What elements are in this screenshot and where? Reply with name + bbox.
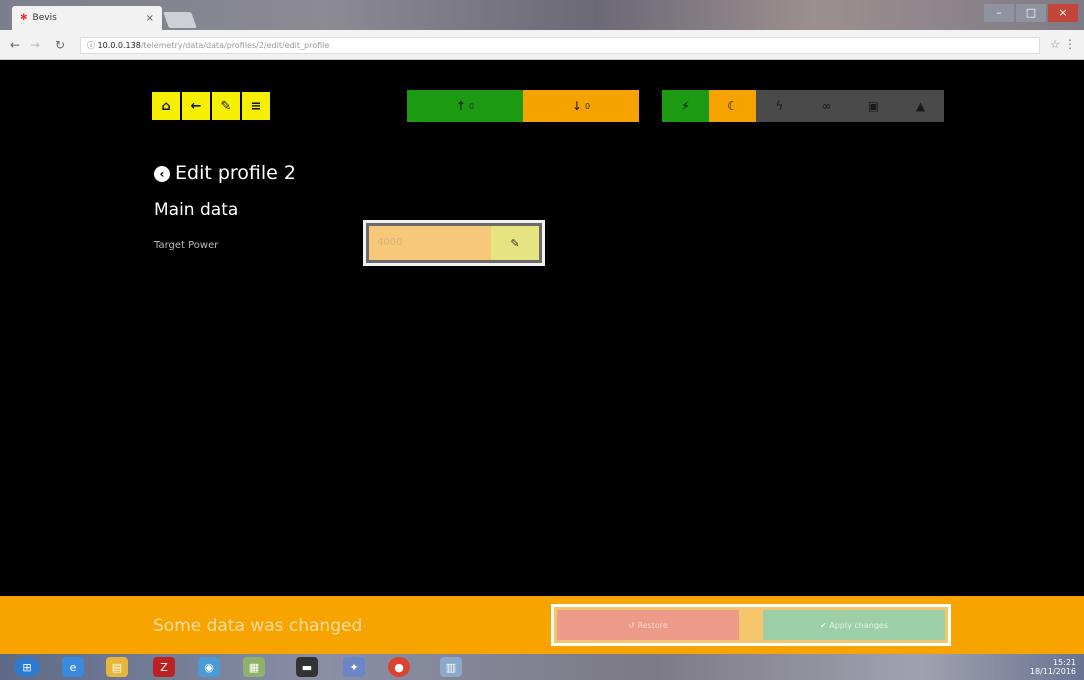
traffic-stats: ↑ 0 ↓ 0 (407, 90, 639, 122)
system-clock[interactable]: 15:21 18/11/2016 (1030, 658, 1076, 676)
calculator-app-icon[interactable]: ▥ (440, 657, 462, 677)
tab-close-icon[interactable]: × (146, 13, 154, 24)
undo-icon: ↺ (628, 620, 638, 630)
browser-tabstrip: ✱ Bevis × – □ × (0, 0, 1084, 30)
new-tab-button[interactable] (163, 12, 197, 28)
address-bar: ← → ↻ ⓘ 10.0.0.138/telemetry/data/data/p… (0, 30, 1084, 60)
app-page: ⌂ ← ✎ ≡ ↑ 0 ↓ 0 ⚡ ☾ ϟ ∞ ▣ ▲ ‹ Edit profile … (8, 60, 1084, 596)
apply-changes-button[interactable]: ✔ Apply changes (763, 610, 945, 640)
arrow-up-icon: ↑ (455, 99, 466, 113)
page-title: ‹ Edit profile 2 (154, 162, 296, 184)
ie-icon[interactable]: e (62, 657, 84, 677)
usb-app-icon[interactable]: ▬ (296, 657, 318, 677)
start-button[interactable]: ⊞ (14, 657, 40, 677)
apply-label: Apply changes (829, 620, 888, 630)
home-icon[interactable]: ⌂ (152, 92, 180, 120)
url-path: /telemetry/data/data/profiles/2/edit/edi… (140, 41, 330, 50)
url-host: 10.0.0.138 (97, 41, 141, 50)
target-power-field: 4000 ✎ (363, 220, 545, 266)
plug-icon[interactable]: ⚡ (662, 90, 709, 122)
bookmark-star-icon[interactable]: ☆ (1050, 38, 1060, 51)
menu-icon[interactable]: ≡ (242, 92, 270, 120)
clock-time: 15:21 (1052, 658, 1076, 667)
warning-icon[interactable]: ▲ (897, 90, 944, 122)
chrome-icon[interactable]: ● (388, 657, 410, 677)
url-input[interactable]: ⓘ 10.0.0.138/telemetry/data/data/profile… (80, 37, 1040, 54)
folder-icon[interactable]: ▤ (106, 657, 128, 677)
mode-toolbar: ⚡ ☾ ϟ ∞ ▣ ▲ (662, 90, 944, 122)
moon-icon[interactable]: ☾ (709, 90, 756, 122)
browser-menu-icon[interactable]: ⋮ (1064, 37, 1076, 51)
main-toolbar: ⌂ ← ✎ ≡ (152, 92, 272, 120)
download-count: 0 (584, 101, 591, 111)
minimize-button[interactable]: – (984, 4, 1014, 22)
page-title-text: Edit profile 2 (175, 162, 296, 184)
forward-nav-icon[interactable]: → (30, 38, 40, 52)
reload-icon[interactable]: ↻ (55, 38, 65, 52)
maximize-button[interactable]: □ (1016, 4, 1046, 22)
pencil-icon[interactable]: ✎ (491, 226, 539, 260)
browser-tab[interactable]: ✱ Bevis × (12, 6, 162, 30)
arrow-left-icon[interactable]: ← (182, 92, 210, 120)
wrench-icon[interactable]: ✎ (212, 92, 240, 120)
upload-stat[interactable]: ↑ 0 (407, 90, 523, 122)
editor-app-icon[interactable]: ▦ (243, 657, 265, 677)
tools-app-icon[interactable]: ✦ (343, 657, 365, 677)
favicon-icon: ✱ (20, 13, 28, 23)
target-power-label: Target Power (154, 240, 219, 251)
notification-text: Some data was changed (153, 616, 363, 636)
close-window-button[interactable]: × (1048, 4, 1078, 22)
back-nav-icon[interactable]: ← (10, 38, 20, 52)
restore-label: Restore (637, 620, 668, 630)
notification-actions: ↺ Restore ✔ Apply changes (551, 604, 951, 646)
info-icon: ⓘ (87, 41, 98, 50)
os-taskbar: ⊞ e ▤ Z ◉ ▦ ▬ ✦ ● ▥ 15:21 18/11/2016 (0, 654, 1084, 680)
check-icon: ✔ (820, 620, 830, 630)
lock-icon[interactable]: ▣ (850, 90, 897, 122)
bolt-icon[interactable]: ϟ (756, 90, 803, 122)
section-heading: Main data (154, 200, 239, 220)
upload-count: 0 (468, 101, 475, 111)
network-app-icon[interactable]: ◉ (198, 657, 220, 677)
clock-date: 18/11/2016 (1029, 667, 1076, 676)
tab-title: Bevis (32, 13, 57, 23)
target-power-input[interactable]: 4000 (369, 226, 491, 260)
filezilla-icon[interactable]: Z (153, 657, 175, 677)
window-controls: – □ × (984, 4, 1078, 22)
restore-button[interactable]: ↺ Restore (557, 610, 739, 640)
changes-notification-bar: Some data was changed ↺ Restore ✔ Apply … (0, 596, 1084, 654)
download-stat[interactable]: ↓ 0 (523, 90, 639, 122)
link-icon[interactable]: ∞ (803, 90, 850, 122)
arrow-down-icon: ↓ (571, 99, 582, 113)
back-circle-icon[interactable]: ‹ (154, 166, 170, 182)
